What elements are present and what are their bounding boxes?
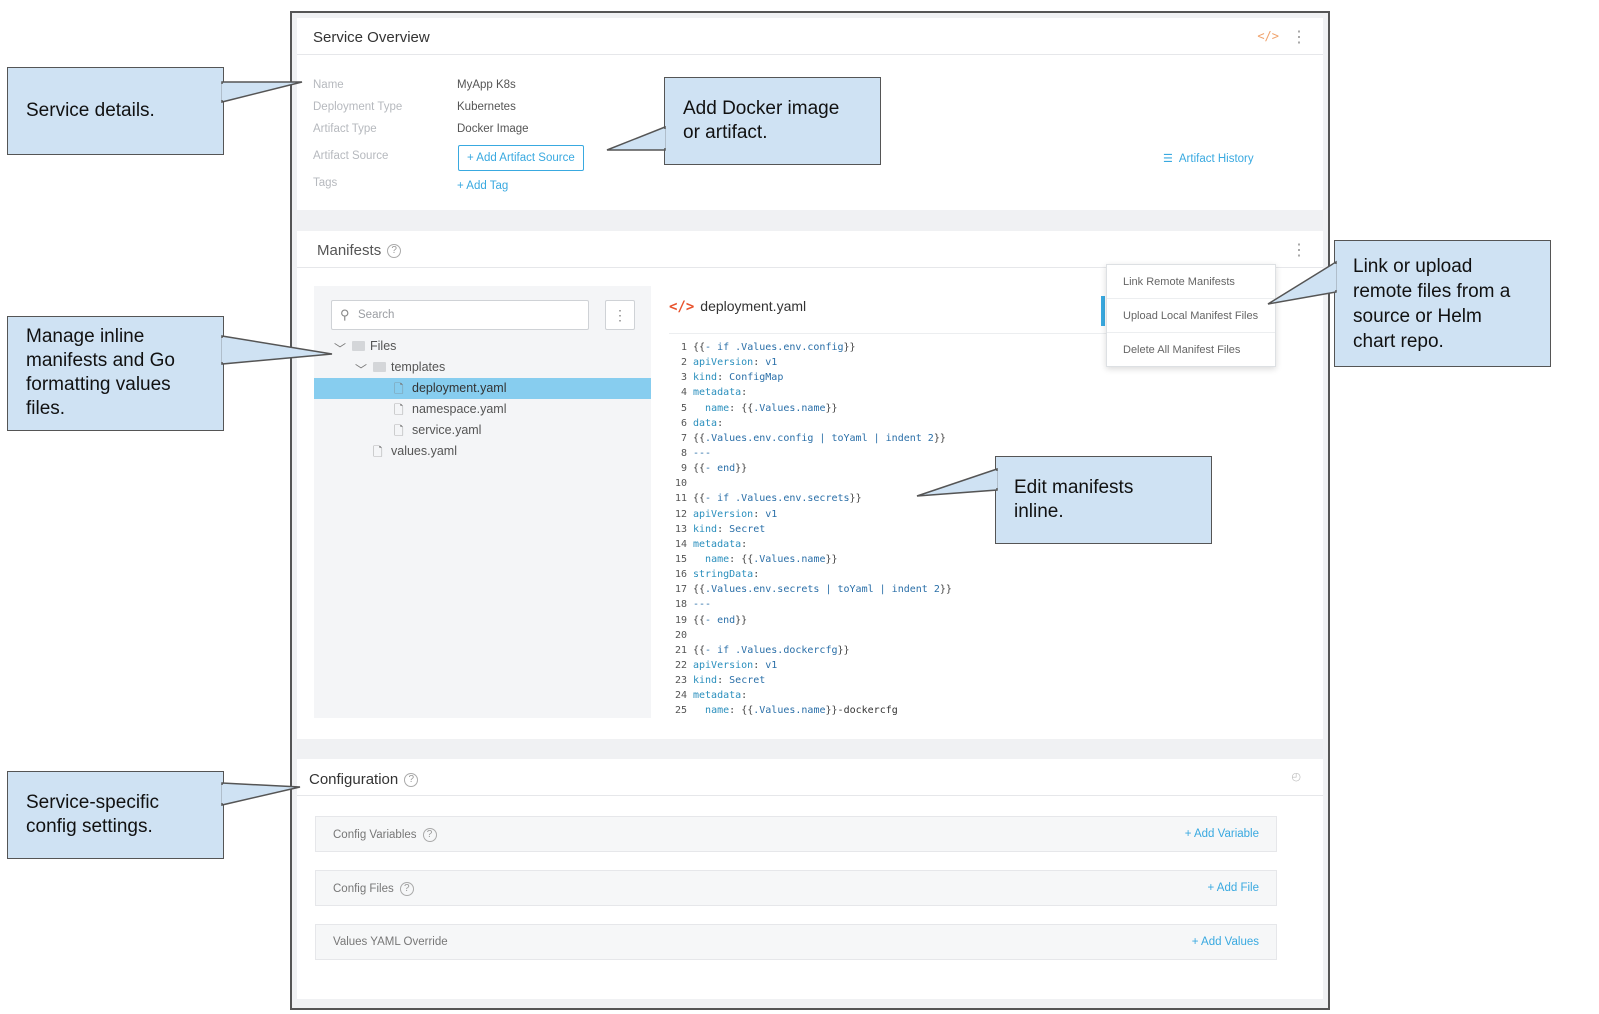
pointer-service-details xyxy=(221,81,303,103)
pointer-manage-inline xyxy=(221,335,333,365)
pointer-edit-inline xyxy=(916,467,998,497)
callout-pointers xyxy=(221,81,1337,806)
pointer-service-config xyxy=(221,782,301,806)
pointer-link-upload xyxy=(1267,260,1337,305)
pointer-docker-image xyxy=(606,125,666,151)
